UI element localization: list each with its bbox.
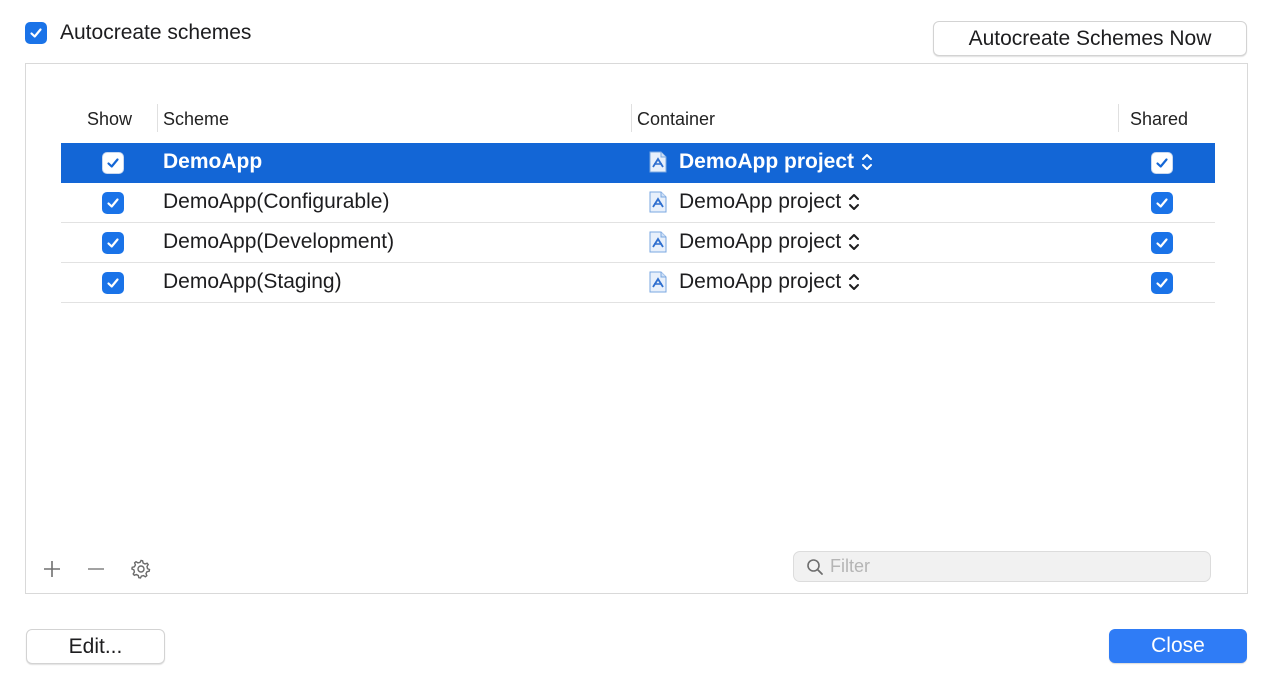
checkmark-icon xyxy=(107,198,119,208)
filter-field[interactable] xyxy=(793,551,1211,582)
scheme-name: DemoApp xyxy=(163,150,263,173)
chevron-up-down-icon xyxy=(862,154,873,170)
project-file-icon xyxy=(649,271,667,293)
project-file-icon xyxy=(649,151,667,173)
container-popup[interactable]: DemoApp project xyxy=(649,189,861,215)
checkmark-icon xyxy=(1156,238,1168,248)
checkmark-icon xyxy=(1156,278,1168,288)
header-container[interactable]: Container xyxy=(637,108,715,130)
filter-input[interactable] xyxy=(830,556,1200,577)
shared-checkbox[interactable] xyxy=(1151,272,1173,294)
column-divider xyxy=(631,104,632,132)
header-show[interactable]: Show xyxy=(87,108,132,130)
container-popup[interactable]: DemoApp project xyxy=(649,149,874,175)
container-name: DemoApp project xyxy=(679,150,855,173)
checkmark-icon xyxy=(107,278,119,288)
checkmark-icon xyxy=(107,238,119,248)
container-name: DemoApp project xyxy=(679,230,842,253)
show-checkbox[interactable] xyxy=(102,272,124,294)
container-name: DemoApp project xyxy=(679,190,842,213)
chevron-up-down-icon xyxy=(849,274,860,290)
scheme-name: DemoApp(Development) xyxy=(163,230,395,253)
autocreate-label: Autocreate schemes xyxy=(60,21,252,44)
table-row[interactable]: DemoApp(Development) DemoApp project xyxy=(61,223,1215,263)
header-scheme[interactable]: Scheme xyxy=(163,108,229,130)
settings-button[interactable] xyxy=(129,557,153,581)
shared-checkbox[interactable] xyxy=(1151,232,1173,254)
checkmark-icon xyxy=(30,28,42,38)
minus-icon xyxy=(88,568,104,570)
gear-icon xyxy=(131,559,151,579)
edit-button[interactable]: Edit... xyxy=(26,629,165,664)
plus-icon xyxy=(44,561,60,577)
add-scheme-button[interactable] xyxy=(40,557,64,581)
search-icon xyxy=(807,558,823,575)
remove-scheme-button[interactable] xyxy=(84,557,108,581)
column-divider xyxy=(1118,104,1119,132)
chevron-up-down-icon xyxy=(849,234,860,250)
checkmark-icon xyxy=(1156,158,1168,168)
container-popup[interactable]: DemoApp project xyxy=(649,269,861,295)
column-divider xyxy=(157,104,158,132)
show-checkbox[interactable] xyxy=(102,232,124,254)
show-checkbox[interactable] xyxy=(102,152,124,174)
scheme-name: DemoApp(Configurable) xyxy=(163,190,390,213)
autocreate-now-button[interactable]: Autocreate Schemes Now xyxy=(933,21,1247,56)
table-row[interactable]: DemoApp DemoApp project xyxy=(61,143,1215,183)
project-file-icon xyxy=(649,191,667,213)
autocreate-checkbox[interactable] xyxy=(25,22,47,44)
shared-checkbox[interactable] xyxy=(1151,192,1173,214)
header-shared[interactable]: Shared xyxy=(1130,108,1188,130)
project-file-icon xyxy=(649,231,667,253)
table-row[interactable]: DemoApp(Staging) DemoApp project xyxy=(61,263,1215,303)
shared-checkbox[interactable] xyxy=(1151,152,1173,174)
checkmark-icon xyxy=(1156,198,1168,208)
scheme-name: DemoApp(Staging) xyxy=(163,270,342,293)
chevron-up-down-icon xyxy=(849,194,860,210)
container-popup[interactable]: DemoApp project xyxy=(649,229,861,255)
table-row[interactable]: DemoApp(Configurable) DemoApp project xyxy=(61,183,1215,223)
container-name: DemoApp project xyxy=(679,270,842,293)
checkmark-icon xyxy=(107,158,119,168)
close-button[interactable]: Close xyxy=(1109,629,1247,663)
show-checkbox[interactable] xyxy=(102,192,124,214)
